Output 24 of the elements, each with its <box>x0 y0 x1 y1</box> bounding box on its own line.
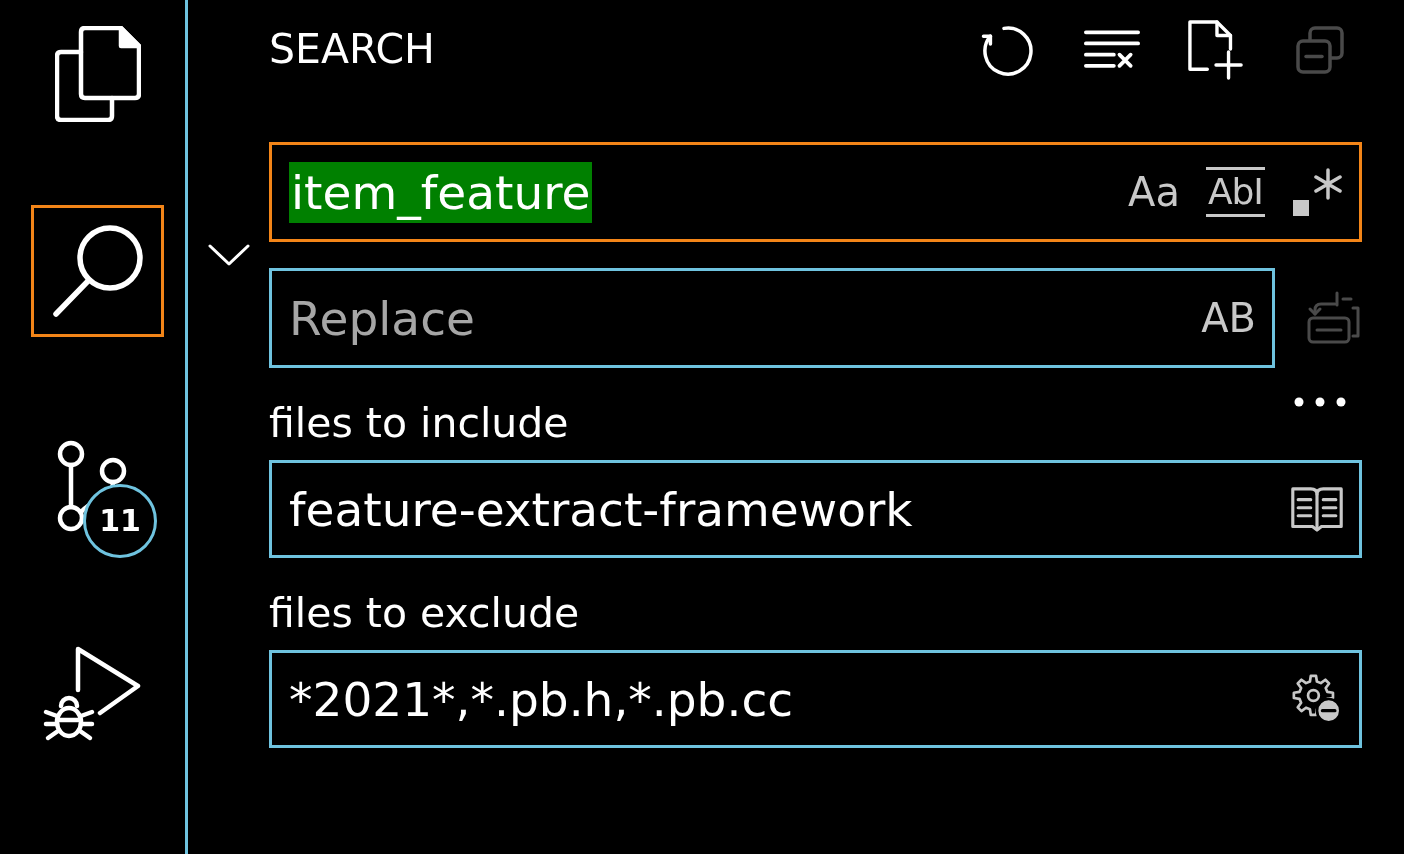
new-search-editor-button[interactable] <box>1188 22 1244 78</box>
chevron-down-icon <box>206 243 251 267</box>
book-icon <box>1291 485 1343 533</box>
regex-icon <box>1292 167 1342 217</box>
count-badge: 11 <box>83 484 157 558</box>
include-label: files to include <box>269 399 569 448</box>
exclude-field[interactable]: *2021*,*.pb.h,*.pb.cc <box>269 650 1362 748</box>
selected-search-text: item_feature <box>289 161 593 223</box>
exclude-label: files to exclude <box>269 589 580 638</box>
search-tab[interactable] <box>31 205 164 337</box>
collapse-all-icon <box>1296 26 1344 74</box>
preserve-case-toggle[interactable]: AB <box>1199 297 1258 339</box>
whole-word-toggle[interactable]: AbI <box>1205 167 1265 217</box>
include-field[interactable]: feature-extract-framework <box>269 460 1362 558</box>
refresh-icon <box>981 23 1035 77</box>
ellipsis-icon <box>1294 397 1346 407</box>
panel-title: SEARCH <box>269 25 435 75</box>
replace-all-icon <box>1307 290 1361 346</box>
replace-field[interactable]: Replace AB <box>269 268 1275 368</box>
new-file-icon <box>1188 19 1244 81</box>
play-bug-icon <box>42 646 141 742</box>
files-icon <box>54 26 141 122</box>
search-field[interactable]: item_feature Aa AbI <box>269 142 1362 242</box>
match-case-toggle[interactable]: Aa <box>1126 171 1182 213</box>
